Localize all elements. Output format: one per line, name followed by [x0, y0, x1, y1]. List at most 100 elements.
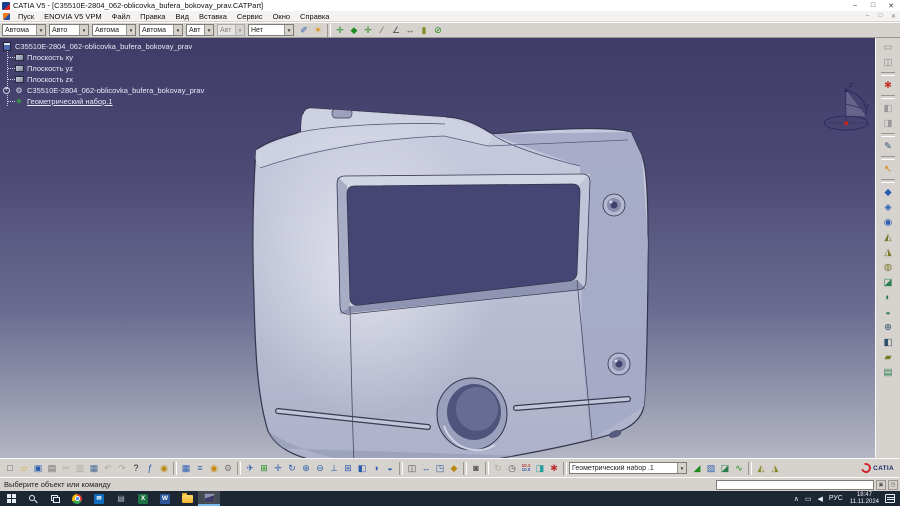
minimize-button[interactable]: –: [846, 2, 864, 10]
power-input-button[interactable]: ▣: [876, 480, 886, 490]
iso-view-icon[interactable]: ◧: [355, 461, 369, 476]
fly-mode-icon[interactable]: ✈: [243, 461, 257, 476]
restore-button[interactable]: □: [864, 2, 882, 10]
knowledge-expert-icon[interactable]: ✱: [547, 461, 561, 476]
view-section-icon[interactable]: ◨: [880, 116, 896, 131]
chevron-down-icon[interactable]: ▼: [173, 25, 182, 35]
tree-item-label[interactable]: C35510E-2804_062-oblicovka_bufera_bokova…: [27, 86, 204, 95]
chevron-down-icon[interactable]: ▼: [79, 25, 88, 35]
chevron-down-icon[interactable]: ▼: [284, 25, 293, 35]
menu-insert[interactable]: Вставка: [194, 12, 232, 21]
chrome-taskbar-button[interactable]: [66, 491, 88, 506]
tree-root-item[interactable]: C35510E-2804_062-oblicovka_bufera_bokova…: [2, 41, 242, 52]
menu-enovia[interactable]: ENOVIA V5 VPM: [39, 12, 107, 21]
chevron-down-icon[interactable]: ▼: [204, 25, 213, 35]
angle-constraint-icon[interactable]: ∠: [389, 23, 403, 37]
no-snap-icon[interactable]: ⊘: [431, 23, 445, 37]
monitor-tray-icon[interactable]: ▭: [802, 495, 815, 503]
plane-icon[interactable]: ◉: [880, 215, 896, 230]
sketcher-icon[interactable]: ✎: [880, 139, 896, 154]
render-camera-icon[interactable]: ◙: [469, 461, 483, 476]
tree-item-label[interactable]: Плоскость zx: [27, 75, 73, 84]
picture-capture-icon[interactable]: ▨: [704, 461, 718, 476]
view-mode-icon[interactable]: ◧: [880, 101, 896, 116]
3d-model-bumper-side-cover[interactable]: [248, 96, 658, 474]
sphere-surface-icon[interactable]: ◍: [880, 260, 896, 275]
tree-item-plane-yz[interactable]: Плоскость yz: [2, 63, 242, 74]
rotate-icon[interactable]: ↻: [285, 461, 299, 476]
copy-icon[interactable]: ▥: [73, 461, 87, 476]
line-constraint-icon[interactable]: ∕: [375, 23, 389, 37]
line-weight-combo[interactable]: Авт▼: [186, 24, 214, 36]
develop-surface-icon[interactable]: ◭: [754, 461, 768, 476]
fit-all-icon[interactable]: ⊞: [257, 461, 271, 476]
flag-note-icon[interactable]: ✱: [880, 78, 896, 93]
thick-surface-icon[interactable]: ▰: [880, 350, 896, 365]
view-compass[interactable]: z z: [816, 78, 878, 134]
fill-color-combo[interactable]: Автома▼: [2, 24, 46, 36]
whats-this-icon[interactable]: ?: [129, 461, 143, 476]
sweep-surface-icon[interactable]: ◐: [880, 290, 896, 305]
child-restore-button[interactable]: □: [874, 13, 887, 20]
dialog-toggle-button[interactable]: ◳: [888, 480, 898, 490]
new-file-icon[interactable]: □: [3, 461, 17, 476]
excel-taskbar-button[interactable]: X: [132, 491, 154, 506]
line-color-combo[interactable]: Автома▼: [92, 24, 136, 36]
catalog-browser-icon[interactable]: ⚙: [221, 461, 235, 476]
expand-node-icon[interactable]: +: [3, 87, 10, 94]
mass-properties-icon[interactable]: ◆: [447, 461, 461, 476]
design-table-icon[interactable]: ▦: [179, 461, 193, 476]
dimension-icon[interactable]: ↔: [403, 23, 417, 37]
formula-icon[interactable]: ƒ: [143, 461, 157, 476]
opacity-combo[interactable]: Авто▼: [49, 24, 89, 36]
offset-surface-icon[interactable]: ◪: [880, 275, 896, 290]
print-icon[interactable]: ▤: [45, 461, 59, 476]
clock[interactable]: 18:47 11.11.2024: [846, 492, 883, 505]
surface-pad-icon[interactable]: ◢: [690, 461, 704, 476]
cut-icon[interactable]: ✂: [59, 461, 73, 476]
tree-item-part-body[interactable]: + ⚙ C35510E-2804_062-oblicovka_bufera_bo…: [2, 85, 242, 96]
point-icon[interactable]: ◆: [880, 185, 896, 200]
menu-edit[interactable]: Правка: [135, 12, 170, 21]
paste-icon[interactable]: ▦: [87, 461, 101, 476]
ruler-icon[interactable]: ▮: [417, 23, 431, 37]
action-center-button[interactable]: [885, 494, 895, 503]
tree-item-label[interactable]: Геометрический набор.1: [27, 97, 113, 106]
zoom-in-icon[interactable]: ⊕: [299, 461, 313, 476]
extrude-surface-icon[interactable]: ◭: [880, 230, 896, 245]
save-icon[interactable]: ▣: [31, 461, 45, 476]
hidden-line-mode-icon[interactable]: ◒: [383, 461, 397, 476]
fill-surface-icon[interactable]: ◒: [880, 305, 896, 320]
gauge-icon[interactable]: ◷: [505, 461, 519, 476]
word-taskbar-button[interactable]: W: [154, 491, 176, 506]
chevron-down-icon[interactable]: ▼: [36, 25, 45, 35]
menu-window[interactable]: Окно: [268, 12, 295, 21]
paint-properties-icon[interactable]: ✐: [297, 23, 311, 37]
menu-start[interactable]: Пуск: [13, 12, 39, 21]
redo-icon[interactable]: ↷: [115, 461, 129, 476]
start-button[interactable]: [0, 491, 22, 506]
curve-analysis-icon[interactable]: ∿: [732, 461, 746, 476]
normal-view-icon[interactable]: ⊥: [327, 461, 341, 476]
tree-item-geometrical-set[interactable]: ✳ Геометрический набор.1: [2, 96, 242, 107]
shading-mode-icon[interactable]: ◑: [369, 461, 383, 476]
smart-pick-icon[interactable]: ✛: [361, 23, 375, 37]
window-layout-icon[interactable]: ◫: [880, 55, 896, 70]
undo-icon[interactable]: ↶: [101, 461, 115, 476]
menu-tools[interactable]: Сервис: [232, 12, 268, 21]
part-box-icon[interactable]: ◨: [533, 461, 547, 476]
tray-chevron-button[interactable]: ∧: [791, 495, 802, 503]
child-close-button[interactable]: ✕: [887, 13, 900, 20]
stereo-view-icon[interactable]: ◫: [405, 461, 419, 476]
chevron-down-icon[interactable]: ▼: [126, 25, 135, 35]
tree-item-label[interactable]: Плоскость yz: [27, 64, 73, 73]
command-input[interactable]: [716, 480, 874, 490]
close-button[interactable]: ✕: [882, 2, 900, 10]
device-taskbar-button[interactable]: ▤: [110, 491, 132, 506]
select-arrow-icon[interactable]: ↖: [880, 162, 896, 177]
chevron-down-icon[interactable]: ▼: [677, 463, 686, 473]
light-source-icon[interactable]: ☀: [311, 23, 325, 37]
measure-between-icon[interactable]: ↔: [419, 461, 433, 476]
lock-icon[interactable]: ◉: [207, 461, 221, 476]
menu-file[interactable]: Файл: [107, 12, 135, 21]
